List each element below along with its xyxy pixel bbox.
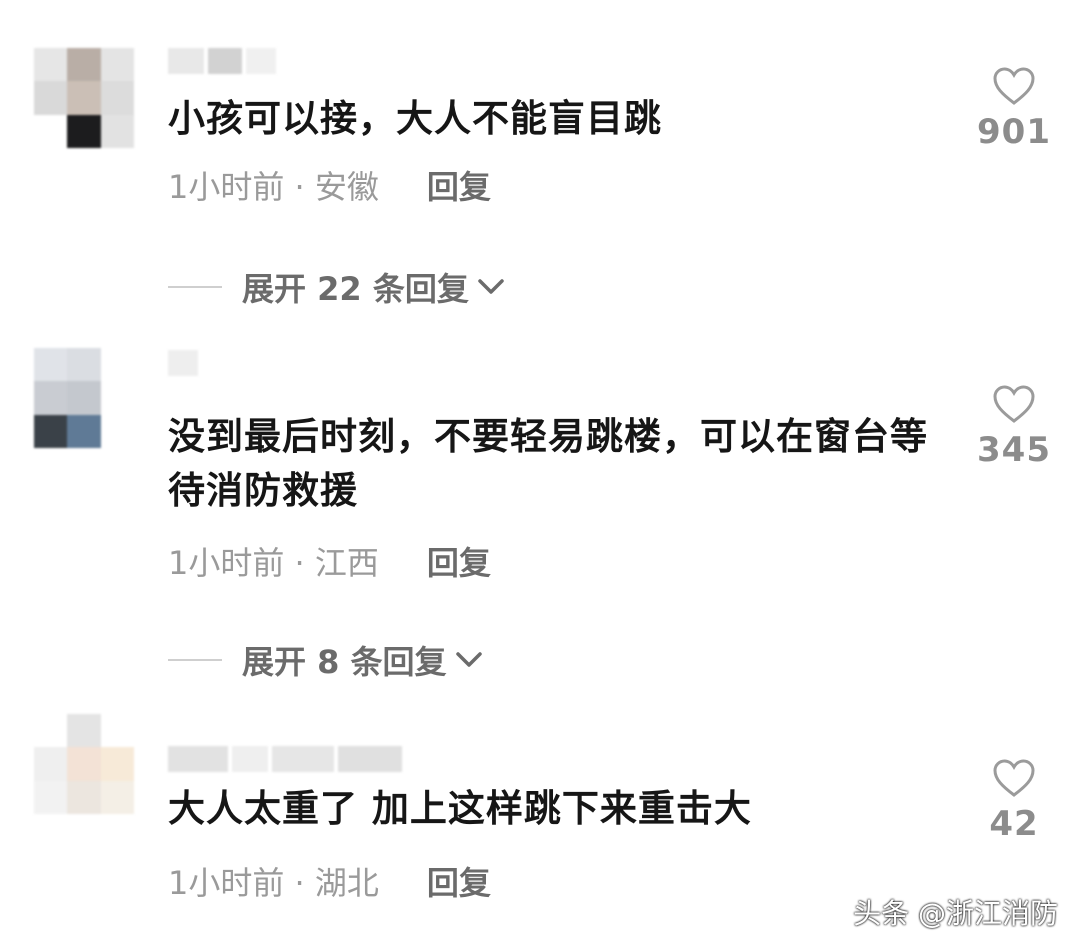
like-count: 901 [977,112,1051,152]
username-blurred[interactable] [168,350,198,376]
like-count: 345 [977,430,1051,470]
divider-line [168,659,222,661]
heart-outline-icon[interactable] [992,758,1036,798]
expand-replies-button[interactable]: 展开 8 条回复 [168,637,483,683]
username-blurred[interactable] [168,48,276,74]
comment-text: 没到最后时刻，不要轻易跳楼，可以在窗台等待消防救援 [168,415,928,512]
reply-button[interactable]: 回复 [427,162,491,208]
divider-line [168,286,222,288]
comment-meta: 1小时前 · 湖北 回复 [168,858,491,904]
like-count: 42 [989,804,1039,844]
avatar[interactable] [34,714,134,814]
comment-text: 大人太重了 加上这样跳下来重击大 [168,787,752,830]
like-control: 901 [972,66,1056,152]
expand-replies-label: 展开 8 条回复 [242,643,447,681]
avatar[interactable] [34,48,134,148]
chevron-down-icon [477,278,505,296]
comment-meta: 1小时前 · 江西 回复 [168,538,491,584]
heart-outline-icon[interactable] [992,66,1036,106]
like-control: 345 [972,384,1056,470]
comment-meta: 1小时前 · 安徽 回复 [168,162,491,208]
watermark: 头条 @浙江消防 [853,897,1058,930]
comment-text: 小孩可以接，大人不能盲目跳 [168,97,662,140]
reply-button[interactable]: 回复 [427,858,491,904]
chevron-down-icon [455,651,483,669]
reply-button[interactable]: 回复 [427,538,491,584]
heart-outline-icon[interactable] [992,384,1036,424]
comment-time-location: 1小时前 · 安徽 [168,168,379,206]
comment-time-location: 1小时前 · 湖北 [168,864,379,902]
expand-replies-button[interactable]: 展开 22 条回复 [168,264,505,310]
expand-replies-label: 展开 22 条回复 [242,270,469,308]
like-control: 42 [972,758,1056,844]
comment-time-location: 1小时前 · 江西 [168,544,379,582]
username-blurred[interactable] [168,746,402,772]
avatar[interactable] [34,348,134,448]
